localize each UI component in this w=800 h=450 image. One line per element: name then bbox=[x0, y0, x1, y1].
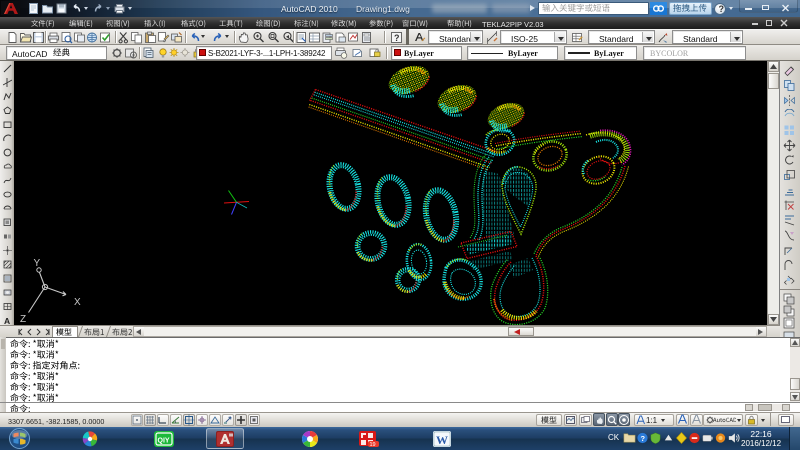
svg-text:19: 19 bbox=[370, 442, 376, 448]
svg-text:W: W bbox=[436, 433, 448, 447]
svg-text:?: ? bbox=[394, 33, 400, 43]
svg-text:Z: Z bbox=[20, 314, 26, 325]
svg-text:?: ? bbox=[640, 434, 645, 443]
svg-text:QIY: QIY bbox=[158, 438, 170, 445]
svg-text:X: X bbox=[74, 297, 81, 308]
svg-text:Y: Y bbox=[34, 258, 41, 269]
svg-text:A: A bbox=[4, 316, 10, 325]
